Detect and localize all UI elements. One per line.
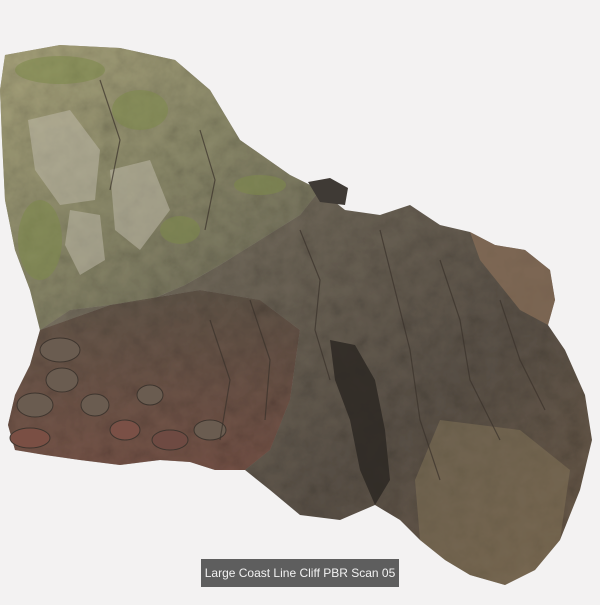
rock-cliff-scan-image [0,0,600,600]
image-caption: Large Coast Line Cliff PBR Scan 05 [201,559,399,587]
